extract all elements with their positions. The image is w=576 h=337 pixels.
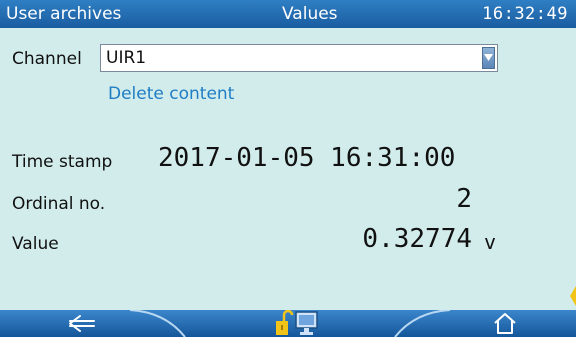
scroll-edge-marker-icon <box>570 286 576 306</box>
home-icon <box>494 313 516 334</box>
monitor-icon <box>295 311 318 335</box>
channel-label: Channel <box>12 49 82 69</box>
status-icons <box>274 310 324 337</box>
ordinal-label: Ordinal no. <box>12 194 106 214</box>
screen-section-title: User archives <box>6 4 122 24</box>
title-bar: User archives Values 16:32:49 <box>0 0 576 28</box>
timestamp-label: Time stamp <box>12 152 113 172</box>
value-number: 0.32774 <box>362 224 472 254</box>
unlocked-padlock-icon <box>276 310 294 335</box>
screen-title: Values <box>282 4 338 24</box>
value-unit: v <box>484 230 497 254</box>
bottom-nav-bar <box>0 310 576 337</box>
channel-selected-value: UIR1 <box>106 48 147 68</box>
hmi-screen: User archives Values 16:32:49 Channel UI… <box>0 0 576 337</box>
back-button[interactable] <box>40 310 130 337</box>
channel-dropdown[interactable]: UIR1 <box>100 44 498 72</box>
delete-content-link[interactable]: Delete content <box>108 84 234 104</box>
timestamp-value: 2017-01-05 16:31:00 <box>158 143 456 173</box>
home-button[interactable] <box>460 310 550 337</box>
clock: 16:32:49 <box>482 4 568 24</box>
ordinal-value: 2 <box>456 184 472 214</box>
dropdown-arrow-icon[interactable] <box>482 47 495 69</box>
left-arrow-icon <box>69 315 95 332</box>
value-label: Value <box>12 234 59 254</box>
